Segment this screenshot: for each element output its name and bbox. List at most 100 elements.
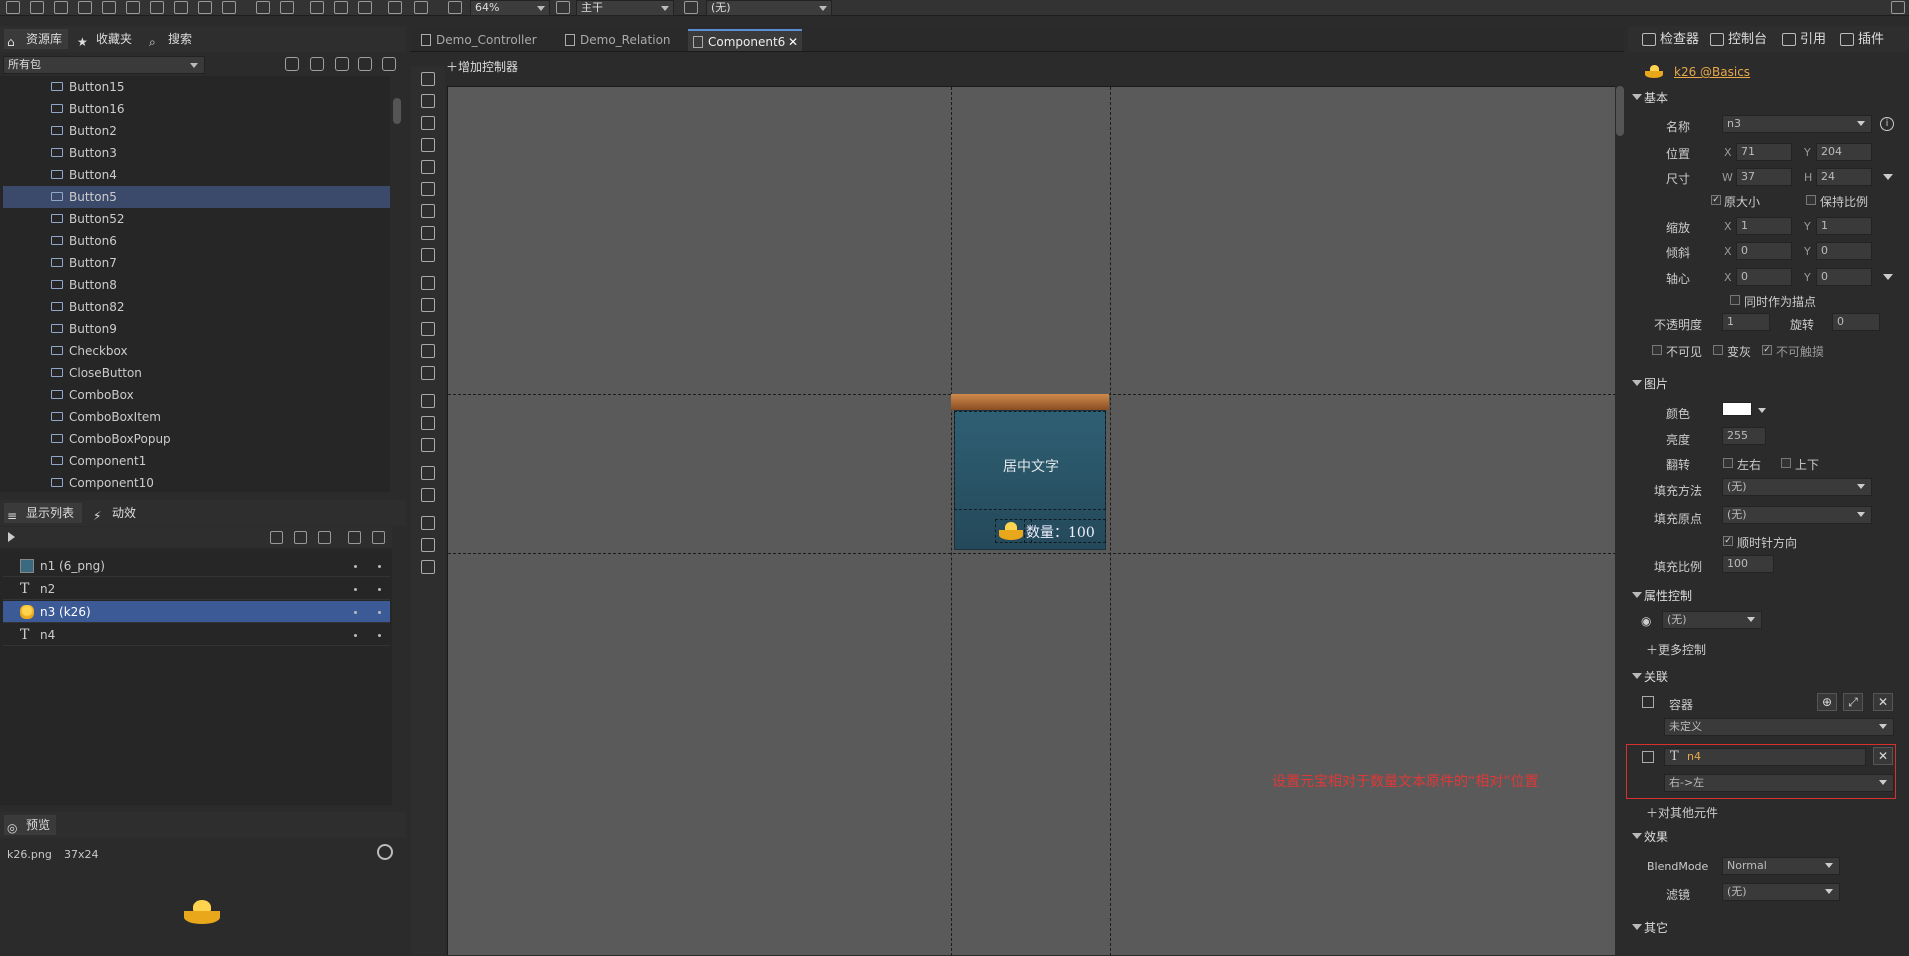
loader-tool-icon[interactable] — [421, 276, 435, 290]
collapse-icon[interactable] — [382, 57, 396, 71]
target-icon[interactable]: ⊕ — [1817, 693, 1837, 711]
package-select[interactable]: 所有包 — [3, 56, 205, 74]
image-tool-icon[interactable] — [421, 182, 435, 196]
select-tool-icon[interactable] — [421, 72, 435, 86]
library-item[interactable]: Checkbox — [0, 340, 390, 362]
grid-icon[interactable] — [421, 560, 435, 574]
opacity-field[interactable]: 1 — [1722, 313, 1770, 331]
flip-v-checkbox[interactable] — [1781, 458, 1791, 468]
tab-favorites[interactable]: ★ 收藏夹 — [74, 29, 132, 49]
tab-transitions[interactable]: ⚡ 动效 — [90, 503, 136, 523]
library-item[interactable]: Button6 — [0, 230, 390, 252]
tab-demo-relation[interactable]: Demo_Relation — [560, 29, 672, 51]
size-w-field[interactable]: 37 — [1736, 168, 1792, 186]
branch-select[interactable]: 主干 — [576, 0, 674, 16]
swap-icon[interactable] — [335, 57, 349, 71]
untouchable-checkbox[interactable]: ✓ — [1762, 345, 1772, 355]
library-item[interactable]: Button9 — [0, 318, 390, 340]
tab-demo-controller[interactable]: Demo_Controller — [416, 29, 544, 51]
name-field[interactable]: n3 — [1722, 115, 1872, 133]
new-folder-icon[interactable] — [30, 1, 44, 14]
skew-y-field[interactable]: 0 — [1816, 242, 1872, 260]
section-basic[interactable]: 基本 — [1631, 89, 1668, 106]
tab-inspector[interactable]: 检查器 — [1640, 30, 1699, 50]
settings-gear-icon[interactable] — [377, 844, 393, 860]
expand-icon[interactable]: ⤢ — [1843, 693, 1863, 711]
keep-ratio-checkbox[interactable] — [1806, 195, 1816, 205]
library-item[interactable]: Component1 — [0, 450, 390, 472]
invisible-checkbox[interactable] — [1652, 345, 1662, 355]
tab-display-list[interactable]: ≡ 显示列表 — [4, 503, 82, 523]
section-gear[interactable]: 属性控制 — [1631, 587, 1692, 604]
library-item[interactable]: Button52 — [0, 208, 390, 230]
columns-icon[interactable] — [358, 57, 372, 71]
distribute-h-icon[interactable] — [421, 466, 435, 480]
canvas-scrollbar[interactable] — [1615, 86, 1625, 955]
text-n2[interactable]: 居中文字 — [954, 411, 1106, 510]
play-transition-icon[interactable] — [8, 532, 15, 542]
display-list-row[interactable]: n1 (6_png) — [3, 555, 390, 577]
text-tool-icon[interactable] — [421, 116, 435, 130]
pivot-x-field[interactable]: 0 — [1736, 268, 1792, 286]
align-top-icon[interactable] — [421, 394, 435, 408]
align-middle-icon[interactable] — [421, 416, 435, 430]
rotation-field[interactable]: 0 — [1832, 313, 1880, 331]
refresh-library-icon[interactable] — [285, 57, 299, 71]
gear-select[interactable]: (无) — [1662, 611, 1762, 629]
library-item[interactable]: Component10 — [0, 472, 390, 492]
size-dropdown-icon[interactable] — [1883, 174, 1893, 180]
bookmark-icon[interactable] — [54, 1, 68, 14]
relation-target-field[interactable]: Tn4 — [1664, 748, 1866, 766]
size-h-field[interactable]: 24 — [1816, 168, 1872, 186]
filter-select[interactable]: (无) — [1722, 883, 1840, 901]
new-file-icon[interactable] — [6, 1, 20, 14]
library-item[interactable]: Button2 — [0, 120, 390, 142]
as-anchor-checkbox[interactable] — [1730, 295, 1740, 305]
section-effects[interactable]: 效果 — [1631, 828, 1668, 845]
library-scroll-thumb[interactable] — [393, 98, 401, 124]
group-tool-icon[interactable] — [421, 298, 435, 312]
play-icon[interactable] — [388, 1, 402, 14]
library-item[interactable]: Button16 — [0, 98, 390, 120]
library-item[interactable]: ComboBoxItem — [0, 406, 390, 428]
align-bottom-icon[interactable] — [421, 438, 435, 452]
display-list-row[interactable]: Tn4 — [3, 624, 390, 646]
skew-x-field[interactable]: 0 — [1736, 242, 1792, 260]
graph-tool-icon[interactable] — [421, 226, 435, 240]
eye-icon[interactable] — [348, 531, 361, 544]
align-right-icon[interactable] — [421, 366, 435, 380]
resource-link[interactable]: k26 @Basics — [1674, 65, 1750, 79]
info-icon[interactable]: i — [1880, 117, 1894, 131]
tab-preview[interactable]: ◎ 预览 — [4, 815, 56, 835]
library-item[interactable]: Button5 — [3, 186, 390, 208]
clockwise-checkbox[interactable]: ✓ — [1723, 536, 1733, 546]
same-width-icon[interactable] — [421, 516, 435, 530]
fill-method-select[interactable]: (无) — [1722, 478, 1872, 496]
library-scrollbar[interactable] — [392, 76, 404, 492]
library-item[interactable]: ComboBoxPopup — [0, 428, 390, 450]
blend-mode-select[interactable]: Normal — [1722, 857, 1840, 875]
component-preview[interactable]: 居中文字 数量：100 — [951, 394, 1109, 552]
combo-icon[interactable] — [126, 1, 140, 14]
canvas-scroll-thumb[interactable] — [1616, 86, 1624, 136]
add-controller-button[interactable]: ＋增加控制器 — [446, 58, 518, 75]
tab-references[interactable]: 引用 — [1780, 30, 1826, 50]
movieclip-icon[interactable] — [198, 1, 212, 14]
scale-x-field[interactable]: 1 — [1736, 217, 1792, 235]
rich-text-tool-icon[interactable] — [421, 138, 435, 152]
display-list-row[interactable]: Tn2 — [3, 578, 390, 600]
library-item[interactable]: Button4 — [0, 164, 390, 186]
library-item[interactable]: ComboBox — [0, 384, 390, 406]
publish-icon[interactable] — [310, 1, 324, 14]
edit-icon[interactable] — [270, 531, 283, 544]
library-item[interactable]: Button8 — [0, 274, 390, 296]
distribute-v-icon[interactable] — [421, 488, 435, 502]
library-item[interactable]: Button7 — [0, 252, 390, 274]
save-icon[interactable] — [256, 1, 270, 14]
refresh-icon[interactable] — [414, 1, 428, 14]
gray-checkbox[interactable] — [1713, 345, 1723, 355]
list-tool-icon[interactable] — [421, 204, 435, 218]
pos-x-field[interactable]: 71 — [1736, 143, 1792, 161]
zoom-select[interactable]: 64% — [470, 0, 550, 16]
align-left-icon[interactable] — [421, 322, 435, 336]
